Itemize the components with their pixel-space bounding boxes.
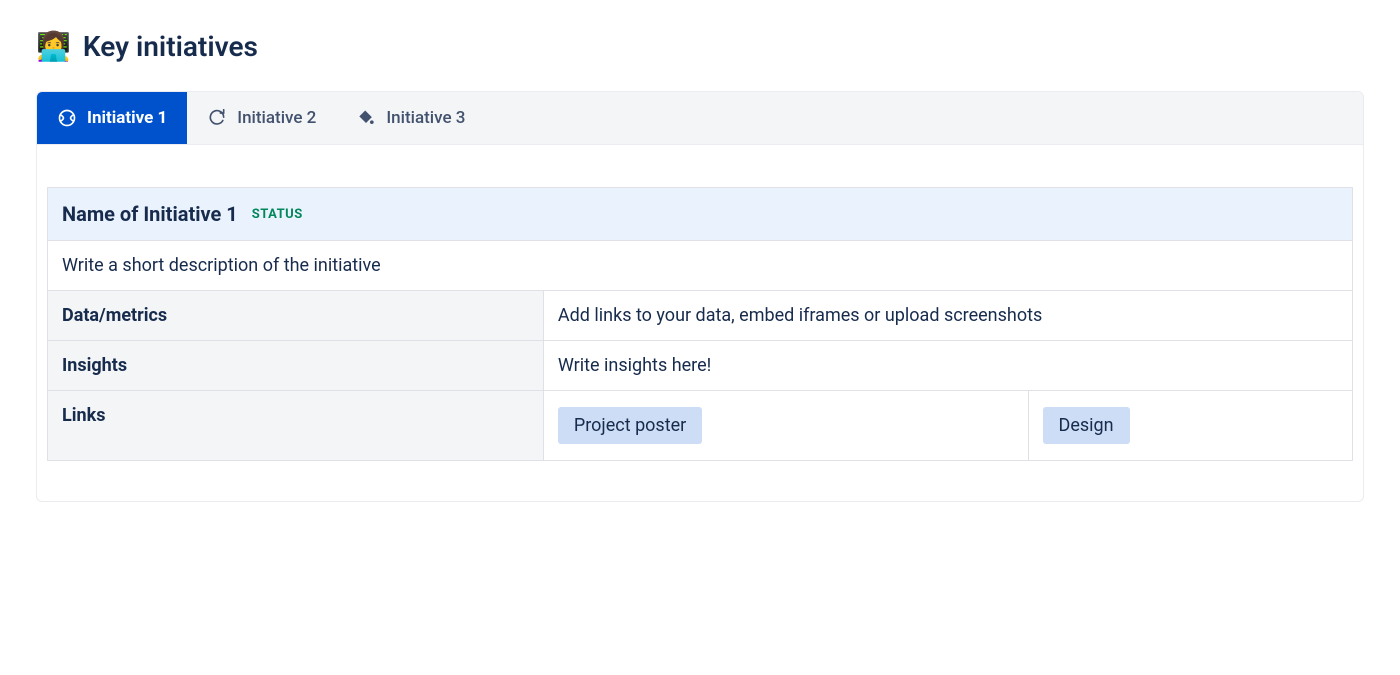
- page-title: Key initiatives: [83, 30, 258, 63]
- tab-initiative-2[interactable]: Initiative 2: [187, 92, 336, 144]
- tab-initiative-1[interactable]: Initiative 1: [37, 92, 187, 144]
- title-row: Name of Initiative 1 STATUS: [48, 188, 1353, 241]
- link-project-poster[interactable]: Project poster: [558, 407, 702, 444]
- row-label-insights: Insights: [48, 341, 544, 391]
- tab-label: Initiative 1: [87, 108, 167, 128]
- section-heading: 👩‍💻 Key initiatives: [36, 30, 1364, 63]
- tennis-icon: [57, 108, 77, 128]
- initiative-name: Name of Initiative 1: [62, 202, 238, 226]
- initiative-details-table: Name of Initiative 1 STATUS Write a shor…: [47, 187, 1353, 461]
- initiatives-panel: Initiative 1 Initiative 2: [36, 91, 1364, 502]
- tabs-bar: Initiative 1 Initiative 2: [37, 92, 1363, 145]
- link-cell-1: Project poster: [543, 391, 1028, 461]
- tab-label: Initiative 3: [386, 108, 465, 128]
- paint-bucket-icon: [356, 108, 376, 128]
- row-value-data-metrics: Add links to your data, embed iframes or…: [543, 291, 1352, 341]
- heading-emoji: 👩‍💻: [36, 33, 71, 61]
- row-value-insights: Write insights here!: [543, 341, 1352, 391]
- tab-label: Initiative 2: [237, 108, 316, 128]
- row-label-data-metrics: Data/metrics: [48, 291, 544, 341]
- link-design[interactable]: Design: [1043, 407, 1130, 444]
- table-row: Data/metrics Add links to your data, emb…: [48, 291, 1353, 341]
- link-cell-2: Design: [1028, 391, 1353, 461]
- table-row: Insights Write insights here!: [48, 341, 1353, 391]
- status-badge: STATUS: [252, 207, 303, 222]
- description-row: Write a short description of the initiat…: [48, 241, 1353, 291]
- initiative-description: Write a short description of the initiat…: [62, 255, 381, 276]
- row-label-links: Links: [48, 391, 544, 461]
- tab-initiative-3[interactable]: Initiative 3: [336, 92, 485, 144]
- refresh-icon: [207, 108, 227, 128]
- links-row: Links Project poster Design: [48, 391, 1353, 461]
